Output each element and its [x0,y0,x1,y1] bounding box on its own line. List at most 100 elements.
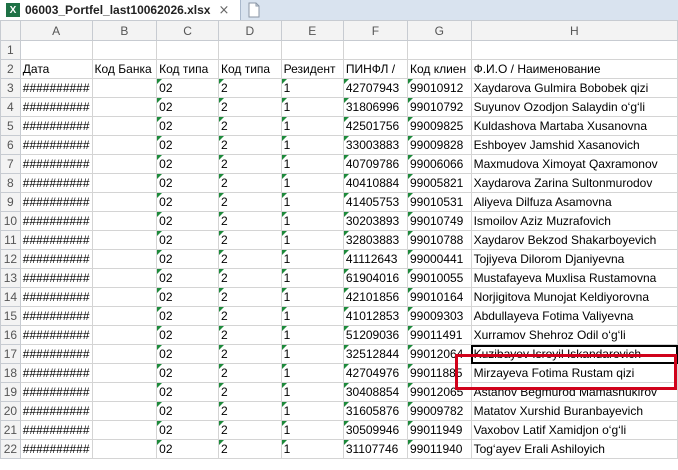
cell-pinfl[interactable]: 41012853 [342,306,408,326]
header-cell-type-code-1[interactable]: Код типа [156,59,219,79]
cell-type-code-1[interactable]: 02 [156,97,219,117]
cell-name[interactable]: Tog‘ayev Erali Ashiloyich [470,439,678,459]
cell-pinfl[interactable]: 30509946 [342,420,408,440]
row-header[interactable]: 6 [0,135,21,155]
header-cell-pinfl[interactable]: ПИНФЛ / [342,59,408,79]
cell-resident[interactable]: 1 [280,97,344,117]
cell-name[interactable]: Eshboyev Jamshid Xasanovich [470,135,678,155]
cell-type-code-1[interactable]: 02 [156,363,219,383]
cell-pinfl[interactable]: 42704976 [342,363,408,383]
cell-pinfl[interactable]: 42501756 [342,116,408,136]
cell-resident[interactable]: 1 [280,154,344,174]
cell-client-code[interactable]: 99011949 [406,420,472,440]
row-header[interactable]: 4 [0,97,21,117]
row-header[interactable]: 22 [0,439,21,459]
cell-pinfl[interactable]: 32512844 [342,344,408,364]
header-cell-bank-code[interactable]: Код Банка [91,59,158,79]
column-header-e[interactable]: E [280,20,344,41]
row-header[interactable]: 8 [0,173,21,193]
cell-date[interactable]: ########## [19,173,93,193]
cell-date[interactable]: ########## [19,268,93,288]
cell-bank-code[interactable] [91,306,158,326]
cell-name[interactable]: Xaydarova Zarina Sultonmurodov [470,173,678,193]
row-header[interactable]: 18 [0,363,21,383]
cell-type-code-2[interactable]: 2 [217,268,282,288]
cell-type-code-1[interactable]: 02 [156,211,219,231]
cell-resident[interactable]: 1 [280,135,344,155]
cell-date[interactable]: ########## [19,420,93,440]
select-all-corner[interactable] [0,20,21,41]
cell-client-code[interactable]: 99011940 [406,439,472,459]
cell-client-code[interactable]: 99006066 [406,154,472,174]
cell-client-code[interactable]: 99012064 [406,344,472,364]
row-header[interactable]: 13 [0,268,21,288]
cell-type-code-2[interactable]: 2 [217,382,282,402]
header-cell-resident[interactable]: Резидент [280,59,344,79]
header-cell-name[interactable]: Ф.И.О / Наименование [470,59,678,79]
cell-type-code-2[interactable]: 2 [217,325,282,345]
cell[interactable] [406,40,472,60]
cell-name[interactable]: Astanov Begmurod Mamashukirov [470,382,678,402]
cell-bank-code[interactable] [91,154,158,174]
cell-type-code-2[interactable]: 2 [217,116,282,136]
cell-type-code-2[interactable]: 2 [217,344,282,364]
cell-resident[interactable]: 1 [280,268,344,288]
cell-type-code-1[interactable]: 02 [156,344,219,364]
cell-type-code-1[interactable]: 02 [156,192,219,212]
cell-date[interactable]: ########## [19,97,93,117]
cell-bank-code[interactable] [91,401,158,421]
cell-client-code[interactable]: 99010055 [406,268,472,288]
header-cell-date[interactable]: Дата [19,59,93,79]
cell-type-code-2[interactable]: 2 [217,439,282,459]
cell-client-code[interactable]: 99010788 [406,230,472,250]
cell-type-code-2[interactable]: 2 [217,363,282,383]
cell-resident[interactable]: 1 [280,363,344,383]
cell-type-code-1[interactable]: 02 [156,420,219,440]
cell-client-code[interactable]: 99010164 [406,287,472,307]
cell-type-code-2[interactable]: 2 [217,173,282,193]
cell-name[interactable]: Maxmudova Ximoyat Qaxramonov [470,154,678,174]
cell-bank-code[interactable] [91,382,158,402]
cell-pinfl[interactable]: 31605876 [342,401,408,421]
cell-date[interactable]: ########## [19,230,93,250]
column-header-h[interactable]: H [470,20,678,41]
cell-resident[interactable]: 1 [280,306,344,326]
cell[interactable] [19,40,93,60]
cell-type-code-1[interactable]: 02 [156,173,219,193]
cell-client-code[interactable]: 99010749 [406,211,472,231]
row-header[interactable]: 14 [0,287,21,307]
cell-type-code-2[interactable]: 2 [217,78,282,98]
cell-date[interactable]: ########## [19,211,93,231]
new-tab-icon[interactable] [246,2,262,18]
cell-pinfl[interactable]: 31107746 [342,439,408,459]
cell-bank-code[interactable] [91,116,158,136]
cell-pinfl[interactable]: 40709786 [342,154,408,174]
cell-name[interactable]: Xurramov Shehroz Odil o‘g‘li [470,325,678,345]
cell-name[interactable]: Mirzayeva Fotima Rustam qizi [470,363,678,383]
cell-name[interactable]: Suyunov Ozodjon Salaydin o‘g‘li [470,97,678,117]
cell-client-code[interactable]: 99009828 [406,135,472,155]
cell-type-code-1[interactable]: 02 [156,325,219,345]
column-header-c[interactable]: C [156,20,219,41]
cell-resident[interactable]: 1 [280,287,344,307]
cell-date[interactable]: ########## [19,154,93,174]
cell-type-code-1[interactable]: 02 [156,382,219,402]
cell-type-code-1[interactable]: 02 [156,306,219,326]
cell-name[interactable]: Aliyeva Dilfuza Asamovna [470,192,678,212]
cell-type-code-1[interactable]: 02 [156,268,219,288]
column-header-f[interactable]: F [342,20,408,41]
cell-resident[interactable]: 1 [280,173,344,193]
cell-date[interactable]: ########## [19,439,93,459]
cell-name[interactable]: Kuldashova Martaba Xusanovna [470,116,678,136]
row-header[interactable]: 10 [0,211,21,231]
cell-pinfl[interactable]: 61904016 [342,268,408,288]
cell-client-code[interactable]: 99009303 [406,306,472,326]
cell-bank-code[interactable] [91,192,158,212]
cell-resident[interactable]: 1 [280,382,344,402]
cell[interactable] [342,40,408,60]
cell-name[interactable]: Norjigitova Munojat Keldiyorovna [470,287,678,307]
cell[interactable] [91,40,158,60]
row-header[interactable]: 7 [0,154,21,174]
cell[interactable] [280,40,344,60]
cell-type-code-1[interactable]: 02 [156,287,219,307]
